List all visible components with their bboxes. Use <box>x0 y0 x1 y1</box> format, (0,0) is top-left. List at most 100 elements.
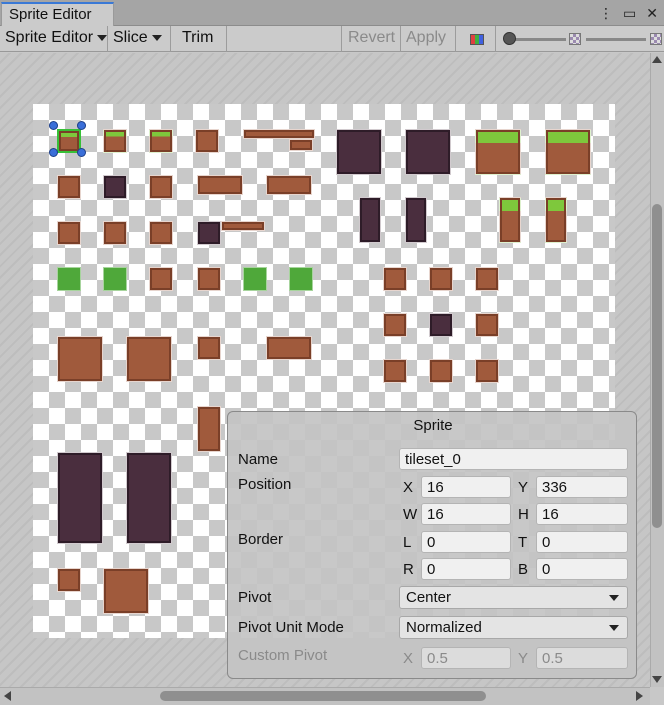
scroll-left-arrow-icon[interactable] <box>4 691 11 701</box>
zoom-slider-knob[interactable] <box>503 32 516 45</box>
sprite-tile[interactable] <box>57 452 103 544</box>
sprite-tile[interactable] <box>243 267 267 291</box>
sprite-tile[interactable] <box>429 359 453 383</box>
sprite-tile[interactable] <box>266 175 312 195</box>
border-top-field[interactable]: 0 <box>536 531 628 553</box>
sprite-tile[interactable] <box>336 129 382 175</box>
resize-handle[interactable] <box>49 121 58 130</box>
close-icon[interactable]: ✕ <box>646 5 658 22</box>
slice-dropdown[interactable]: Slice <box>108 26 171 52</box>
position-y-field[interactable]: 336 <box>536 476 628 498</box>
sprite-tile[interactable] <box>499 197 521 243</box>
sprite-tile[interactable] <box>57 221 81 245</box>
sprite-tile[interactable] <box>475 129 521 175</box>
mip-slider-track[interactable] <box>586 38 646 41</box>
sprite-tile[interactable] <box>126 336 172 382</box>
scroll-up-arrow-icon[interactable] <box>652 56 662 63</box>
sprite-tile[interactable] <box>103 568 149 614</box>
custom-pivot-x-label: X <box>403 650 414 667</box>
sprite-tile[interactable] <box>197 221 221 245</box>
sprite-tile[interactable] <box>405 129 451 175</box>
sprite-tile[interactable] <box>197 267 221 291</box>
position-label: Position <box>238 476 292 493</box>
vertical-scroll-thumb[interactable] <box>652 204 662 528</box>
scroll-down-arrow-icon[interactable] <box>652 676 662 683</box>
resize-handle[interactable] <box>77 121 86 130</box>
more-vertical-icon[interactable]: ⋮ <box>599 5 613 22</box>
sprite-tile[interactable] <box>103 221 127 245</box>
border-left-field[interactable]: 0 <box>421 531 511 553</box>
chevron-down-icon <box>97 34 108 41</box>
sprite-tile[interactable] <box>149 221 173 245</box>
sprite-tile[interactable] <box>57 267 81 291</box>
x-label: X <box>403 479 414 496</box>
sprite-tile[interactable] <box>197 175 243 195</box>
maximize-icon[interactable]: ▭ <box>623 5 636 22</box>
scroll-right-arrow-icon[interactable] <box>636 691 643 701</box>
sprite-tile[interactable] <box>266 336 312 360</box>
name-field[interactable]: tileset_0 <box>399 448 628 470</box>
sprite-tile[interactable] <box>429 267 453 291</box>
sprite-tile[interactable] <box>475 267 499 291</box>
revert-button[interactable]: Revert <box>341 26 401 52</box>
sprite-tile[interactable] <box>103 175 127 199</box>
border-right-field[interactable]: 0 <box>421 558 511 580</box>
y-label: Y <box>518 479 529 496</box>
sprite-tile[interactable] <box>383 359 407 383</box>
sprite-tile[interactable] <box>197 406 221 452</box>
sprite-tile[interactable] <box>359 197 381 243</box>
b-label: B <box>518 561 529 578</box>
position-x-field[interactable]: 16 <box>421 476 511 498</box>
sprite-tile[interactable] <box>289 267 313 291</box>
sprite-tile[interactable] <box>221 221 265 231</box>
revert-label: Revert <box>348 29 396 46</box>
zoom-slider-track[interactable] <box>508 38 566 41</box>
tab-label: Sprite Editor <box>9 6 92 23</box>
pivot-dropdown[interactable]: Center <box>399 586 628 609</box>
sprite-tile[interactable] <box>383 267 407 291</box>
apply-button[interactable]: Apply <box>401 26 456 52</box>
custom-pivot-x-field[interactable]: 0.5 <box>421 647 511 669</box>
resize-handle[interactable] <box>77 148 86 157</box>
custom-pivot-label: Custom Pivot <box>238 647 328 664</box>
custom-pivot-y-label: Y <box>518 650 529 667</box>
trim-button[interactable]: Trim <box>171 26 227 52</box>
panel-title: Sprite <box>413 417 453 434</box>
sprite-tile[interactable] <box>57 175 81 199</box>
sprite-tile[interactable] <box>197 336 221 360</box>
rgb-channel-icon[interactable] <box>470 34 484 45</box>
custom-pivot-y-field[interactable]: 0.5 <box>536 647 628 669</box>
sprite-tile[interactable] <box>57 568 81 592</box>
sprite-tile[interactable] <box>383 313 407 337</box>
trim-label: Trim <box>182 29 214 46</box>
sprite-tile[interactable] <box>103 267 127 291</box>
pivot-unit-mode-dropdown[interactable]: Normalized <box>399 616 628 639</box>
sprite-tile[interactable] <box>429 313 453 337</box>
sprite-tile[interactable] <box>126 452 172 544</box>
apply-label: Apply <box>406 29 447 46</box>
sprite-tile[interactable] <box>475 359 499 383</box>
border-bottom-field[interactable]: 0 <box>536 558 628 580</box>
sprite-tile[interactable] <box>545 129 591 175</box>
title-bar: Sprite Editor ⋮ ▭ ✕ <box>0 0 664 26</box>
sprite-tile[interactable] <box>195 129 219 153</box>
tab-sprite-editor[interactable]: Sprite Editor <box>1 2 114 26</box>
sprite-tile[interactable] <box>545 197 567 243</box>
height-field[interactable]: 16 <box>536 503 628 525</box>
sprite-tile[interactable] <box>57 336 103 382</box>
sprite-tile[interactable] <box>405 197 427 243</box>
sprite-tile[interactable] <box>149 129 173 153</box>
chevron-down-icon <box>151 34 162 41</box>
resize-handle[interactable] <box>49 148 58 157</box>
horizontal-scroll-thumb[interactable] <box>160 691 486 701</box>
sprite-tile[interactable] <box>103 129 127 153</box>
mode-dropdown[interactable]: Sprite Editor <box>0 26 108 52</box>
window-controls: ⋮ ▭ ✕ <box>599 5 658 22</box>
sprite-tile[interactable] <box>475 313 499 337</box>
width-field[interactable]: 16 <box>421 503 511 525</box>
checker-alpha-icon <box>569 33 581 45</box>
sprite-tile[interactable] <box>149 267 173 291</box>
sprite-tile[interactable] <box>289 139 313 151</box>
sprite-tile[interactable] <box>149 175 173 199</box>
sprite-tile[interactable] <box>243 129 315 139</box>
